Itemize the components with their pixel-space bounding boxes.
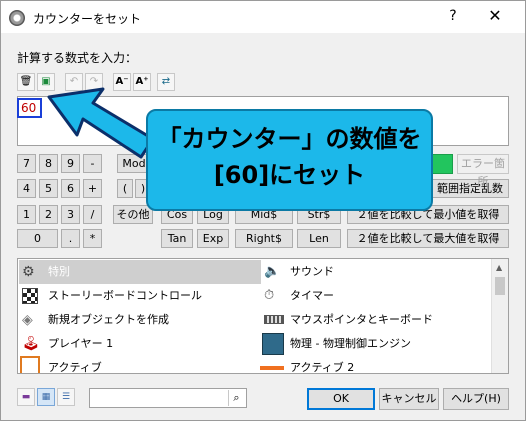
tan-button[interactable]: Tan — [161, 229, 193, 248]
annotation-line-1: 「カウンター」の数値を — [157, 125, 422, 153]
key-dot[interactable]: . — [61, 229, 80, 248]
list-item[interactable]: アクティブ — [18, 356, 260, 373]
prompt-label: 計算する数式を入力： — [17, 51, 138, 65]
create-object-icon: ◈ — [22, 312, 33, 328]
exp-button[interactable]: Exp — [197, 229, 229, 248]
key-open-paren[interactable]: ( — [117, 179, 133, 198]
list-item[interactable]: ⏱ タイマー — [260, 284, 490, 308]
help-title-button[interactable]: ? — [441, 8, 465, 28]
list-item[interactable]: 🔈 サウンド — [260, 260, 490, 284]
right-button[interactable]: Right$ — [235, 229, 293, 248]
list-scrollbar[interactable]: ▲ — [491, 259, 508, 373]
key-7[interactable]: 7 — [17, 154, 36, 173]
expression-value: 60 — [17, 98, 42, 118]
list-item[interactable]: マウスポインタとキーボード — [260, 308, 490, 332]
error-location-button[interactable]: エラー箇所 — [457, 154, 509, 188]
scroll-thumb[interactable] — [495, 277, 505, 295]
list-item[interactable]: ⚙ 特別 — [18, 260, 260, 284]
dialog-window: カウンターをセット ? ✕ 計算する数式を入力： 🗑 ▣ ↶ ↷ A⁻ A⁺ ⇄… — [0, 0, 526, 421]
active-object-icon — [20, 356, 40, 373]
list-item[interactable]: アクティブ 2 — [260, 356, 490, 373]
key-plus[interactable]: + — [83, 179, 102, 198]
window-title: カウンターをセット — [33, 12, 142, 26]
joystick-icon: 🕹 — [22, 336, 40, 352]
search-input[interactable]: ⌕ — [89, 388, 247, 408]
annotation-text: 「カウンター」の数値を [60]にセット — [146, 109, 433, 211]
physics-engine-icon — [262, 333, 284, 355]
app-icon — [9, 10, 25, 26]
help-button[interactable]: ヘルプ(H) — [443, 388, 509, 410]
len-button[interactable]: Len — [297, 229, 341, 248]
speaker-icon: 🔈 — [264, 264, 281, 279]
key-multiply[interactable]: * — [83, 229, 102, 248]
scroll-up-icon[interactable]: ▲ — [496, 263, 502, 272]
trash-icon[interactable]: 🗑 — [17, 73, 35, 91]
key-6[interactable]: 6 — [61, 179, 80, 198]
list-view-icon[interactable]: ☰ — [57, 388, 75, 406]
list-item[interactable]: 🕹 プレイヤー 1 — [18, 332, 260, 356]
storyboard-icon — [22, 288, 38, 304]
status-indicator — [431, 154, 453, 174]
list-item[interactable]: 物理 - 物理制御エンジン — [260, 332, 490, 356]
list-item[interactable]: ストーリーボードコントロール — [18, 284, 260, 308]
key-5[interactable]: 5 — [39, 179, 58, 198]
key-0[interactable]: 0 — [17, 229, 58, 248]
title-bar: カウンターをセット ? ✕ — [1, 1, 525, 33]
annotation-line-2: [60]にセット — [213, 161, 366, 189]
small-icons-view-icon[interactable]: ▦ — [37, 388, 55, 406]
key-2[interactable]: 2 — [39, 205, 58, 224]
object-list: ⚙ 特別 ストーリーボードコントロール ◈ 新規オブジェクトを作成 🕹 プレイヤ… — [17, 258, 509, 374]
key-3[interactable]: 3 — [61, 205, 80, 224]
max-compare-button[interactable]: ２値を比較して最大値を取得 — [347, 229, 509, 248]
gears-icon: ⚙ — [22, 264, 35, 280]
key-1[interactable]: 1 — [17, 205, 36, 224]
list-item[interactable]: ◈ 新規オブジェクトを作成 — [18, 308, 260, 332]
ok-button[interactable]: OK — [307, 388, 375, 410]
large-icons-view-icon[interactable]: ▬ — [17, 388, 35, 406]
search-icon[interactable]: ⌕ — [228, 390, 244, 406]
range-random-button[interactable]: 範囲指定乱数 — [431, 179, 509, 198]
key-divide[interactable]: / — [83, 205, 102, 224]
cancel-button[interactable]: キャンセル — [379, 388, 439, 410]
active2-icon — [260, 366, 284, 370]
key-4[interactable]: 4 — [17, 179, 36, 198]
callout-arrow-icon — [47, 87, 155, 159]
keyboard-icon — [264, 315, 284, 324]
timer-icon: ⏱ — [264, 288, 275, 303]
close-button[interactable]: ✕ — [483, 6, 507, 28]
